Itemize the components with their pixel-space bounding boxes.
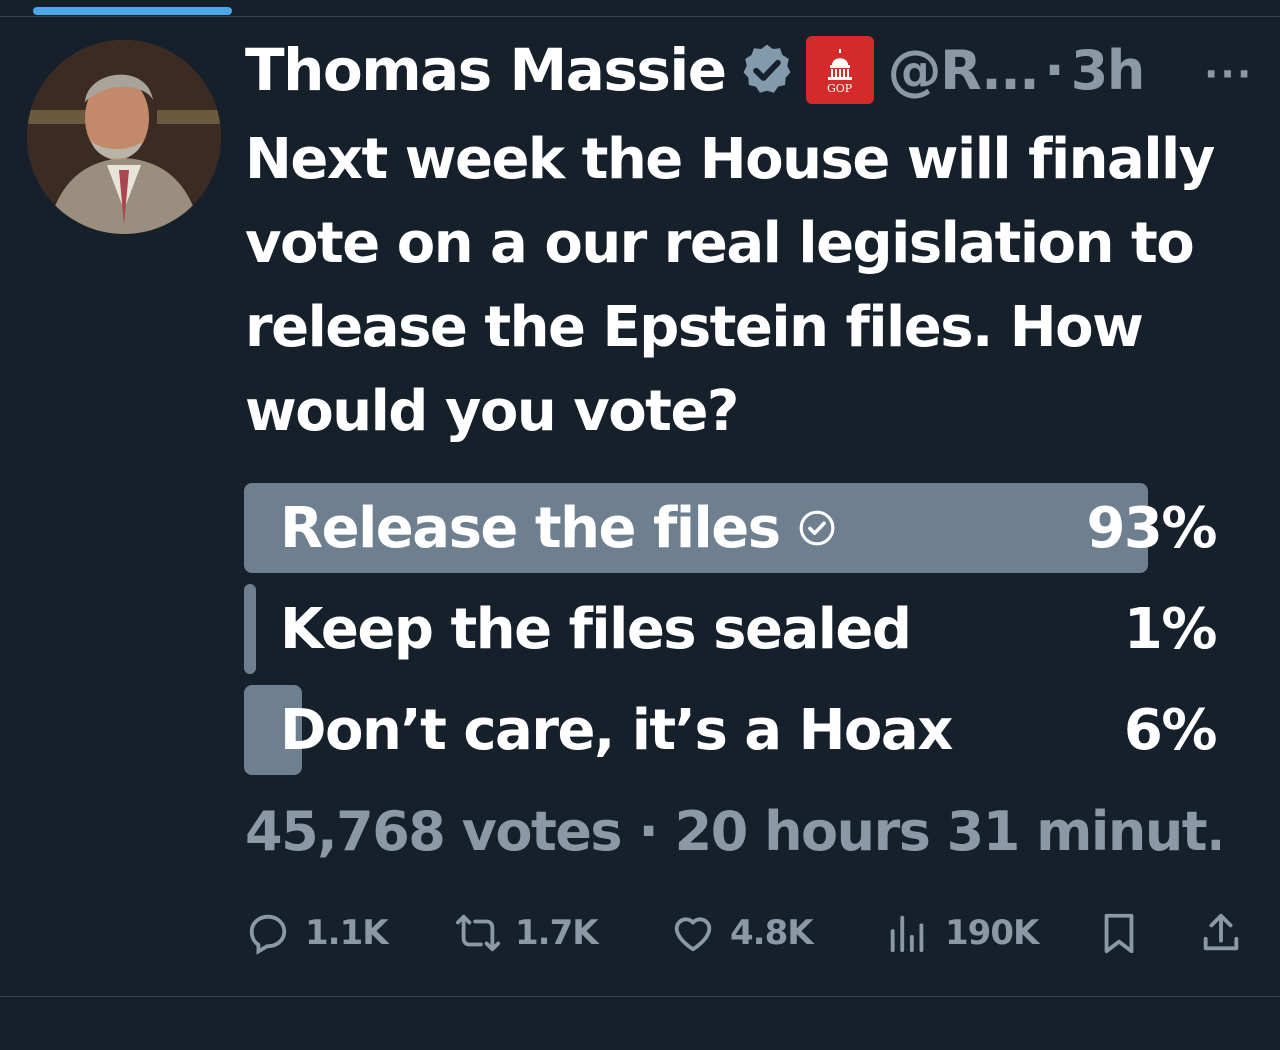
reply-icon	[249, 914, 287, 955]
poll-option-label: Release the files	[280, 495, 781, 561]
bookmark-icon	[1104, 913, 1134, 954]
poll-result-bar	[244, 584, 256, 674]
share-icon	[1203, 913, 1239, 951]
tweet-timestamp[interactable]: 3h	[1071, 39, 1146, 102]
poll-option-percent: 6%	[1123, 697, 1218, 763]
org-badge-text: GOP	[827, 81, 853, 95]
header-separator: ·	[1044, 38, 1065, 102]
poll-option-percent: 1%	[1123, 596, 1218, 662]
author-avatar[interactable]	[27, 40, 221, 234]
poll-option-percent: 93%	[1086, 495, 1217, 561]
repost-icon	[455, 914, 501, 952]
poll-vote-summary: 45,768 votes · 20 hours 31 minut...	[245, 800, 1220, 863]
house-gop-badge-icon[interactable]: GOP	[805, 36, 874, 104]
bookmark-button[interactable]	[1096, 905, 1142, 961]
verified-badge-icon[interactable]	[738, 41, 796, 99]
repost-count: 1.7K	[515, 913, 599, 953]
tweet-text: Next week the House will finally vote on…	[245, 127, 1215, 444]
tweet-header: Thomas Massie GOP @R... · 3h	[245, 30, 1146, 110]
top-divider	[0, 16, 1280, 17]
more-options-icon[interactable]: ···	[1204, 52, 1253, 96]
author-name[interactable]: Thomas Massie	[245, 36, 727, 104]
reply-button[interactable]: 1.1K	[245, 905, 389, 961]
poll-option-label: Don’t care, it’s a Hoax	[280, 697, 953, 763]
poll-option: Keep the files sealed 1%	[244, 584, 1218, 674]
poll-option: Don’t care, it’s a Hoax 6%	[244, 685, 1218, 775]
capitol-dome-icon	[827, 48, 852, 80]
tweet-actions: 1.1K 1.7K 4.8K 190K	[245, 905, 1255, 961]
views-icon	[890, 915, 924, 953]
repost-button[interactable]: 1.7K	[455, 905, 599, 961]
avatar-photo	[27, 40, 221, 234]
poll-option: Release the files 93%	[244, 483, 1217, 573]
author-handle[interactable]: @R...	[888, 39, 1040, 102]
reply-count: 1.1K	[305, 913, 389, 953]
like-count: 4.8K	[730, 913, 814, 953]
selected-tab-indicator	[33, 7, 232, 15]
heart-icon	[674, 917, 712, 952]
share-button[interactable]	[1198, 905, 1244, 961]
like-button[interactable]: 4.8K	[670, 905, 814, 961]
views-button[interactable]: 190K	[885, 905, 1039, 961]
check-circle-icon	[799, 510, 834, 546]
bottom-divider	[0, 996, 1280, 997]
poll-option-label: Keep the files sealed	[280, 596, 912, 662]
views-count: 190K	[945, 913, 1039, 953]
